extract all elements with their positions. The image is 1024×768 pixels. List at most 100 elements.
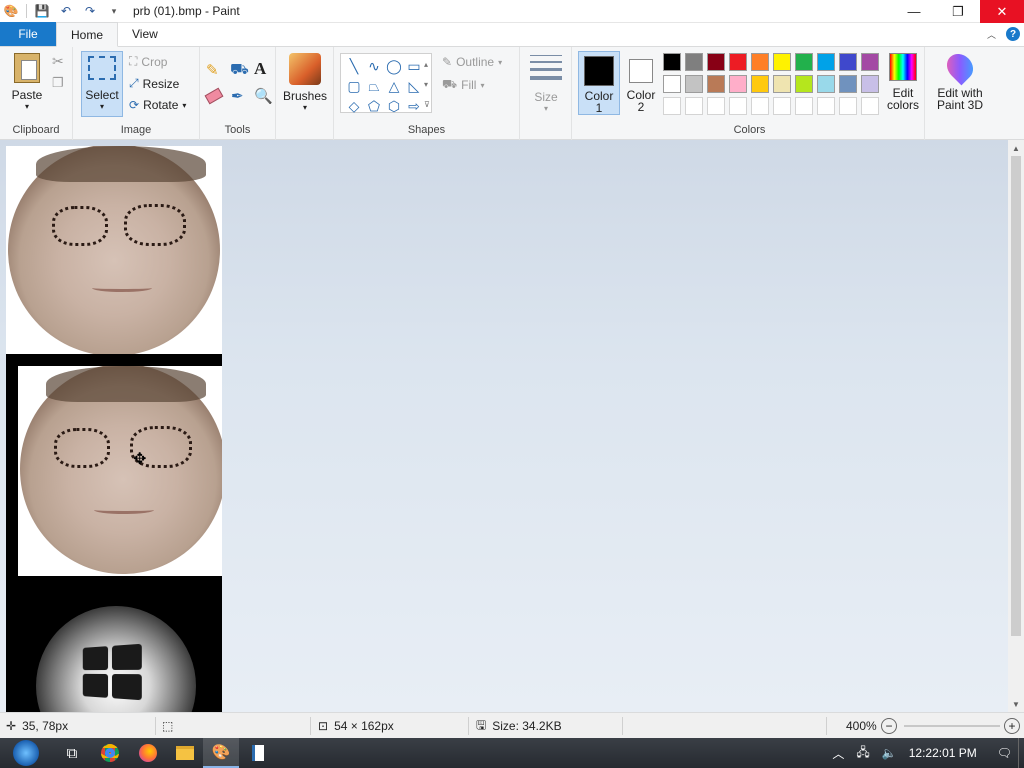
eraser-icon[interactable] — [204, 87, 224, 105]
triangle-shape-icon[interactable]: △ — [384, 76, 404, 96]
tab-view[interactable]: View — [118, 22, 172, 46]
file-explorer-icon[interactable] — [167, 738, 203, 768]
palette-swatch[interactable] — [817, 75, 835, 93]
polygon-shape-icon[interactable]: ⏢ — [364, 76, 384, 96]
hexagon-shape-icon[interactable]: ⬡ — [384, 96, 404, 116]
start-button[interactable] — [6, 738, 46, 768]
maximize-button[interactable]: ❐ — [936, 0, 980, 23]
scroll-down-icon[interactable]: ▼ — [1008, 696, 1024, 712]
paint-app-icon[interactable]: 🎨 — [2, 2, 20, 20]
redo-icon[interactable]: ↷ — [81, 2, 99, 20]
palette-swatch[interactable] — [861, 97, 879, 115]
resize-button[interactable]: ⤢ Resize — [129, 76, 179, 91]
chrome-icon[interactable] — [92, 738, 128, 768]
image-canvas[interactable] — [6, 146, 222, 712]
palette-swatch[interactable] — [707, 53, 725, 71]
show-desktop-button[interactable] — [1018, 738, 1024, 768]
shapes-group-label: Shapes — [407, 124, 446, 136]
rectangle-shape-icon[interactable]: ▭ — [404, 56, 424, 76]
edit-colors-button[interactable]: Edit colors — [882, 53, 924, 111]
rounded-rectangle-shape-icon[interactable]: ▢ — [344, 76, 364, 96]
brushes-button[interactable]: Brushes ▾ — [282, 53, 328, 112]
palette-swatch[interactable] — [861, 53, 879, 71]
right-triangle-shape-icon[interactable]: ◺ — [404, 76, 424, 96]
palette-swatch[interactable] — [773, 53, 791, 71]
rotate-button[interactable]: ⟳ Rotate ▾ — [129, 98, 186, 112]
help-icon[interactable]: ? — [1006, 27, 1020, 41]
paste-button[interactable]: Paste ▾ — [10, 53, 44, 111]
cut-icon[interactable]: ✂ — [52, 53, 64, 70]
scroll-thumb[interactable] — [1011, 156, 1021, 636]
undo-icon[interactable]: ↶ — [57, 2, 75, 20]
palette-swatch[interactable] — [839, 53, 857, 71]
pencil-icon[interactable]: ✎ — [206, 61, 219, 79]
oval-shape-icon[interactable]: ◯ — [384, 56, 404, 76]
save-icon[interactable]: 💾 — [33, 2, 51, 20]
task-view-icon[interactable]: ⧉ — [54, 738, 90, 768]
close-button[interactable]: ✕ — [980, 0, 1024, 23]
tab-file[interactable]: File — [0, 22, 56, 46]
palette-swatch[interactable] — [685, 53, 703, 71]
palette-swatch[interactable] — [795, 97, 813, 115]
palette-swatch[interactable] — [839, 75, 857, 93]
palette-swatch[interactable] — [839, 97, 857, 115]
clock-time[interactable]: 12:22:01 PM — [909, 746, 977, 760]
size-button[interactable]: Size ▾ — [526, 55, 566, 113]
shapes-scroll-icon[interactable]: ▴ ▾ ⊽ — [424, 55, 430, 115]
palette-swatch[interactable] — [795, 75, 813, 93]
select-button[interactable]: Select ▾ — [81, 51, 123, 117]
zoom-slider[interactable] — [904, 725, 1000, 727]
notifications-icon[interactable]: 🗨 — [997, 746, 1012, 760]
curve-shape-icon[interactable]: ∿ — [364, 56, 384, 76]
arrow-shape-icon[interactable]: ⇨ — [404, 96, 424, 116]
status-bar: ✛ 35, 78px ⬚ ⊡ 54 × 162px 🖫 Size: 34.2KB… — [0, 712, 1024, 738]
zoom-in-icon[interactable]: + — [1004, 718, 1020, 734]
palette-swatch[interactable] — [685, 97, 703, 115]
outline-button[interactable]: ✎ Outline ▾ — [442, 55, 502, 69]
color-picker-icon[interactable]: ✒ — [231, 87, 244, 105]
fill-button[interactable]: ⛟ Fill ▾ — [442, 77, 484, 93]
palette-swatch[interactable] — [773, 97, 791, 115]
diamond-shape-icon[interactable]: ◇ — [344, 96, 364, 116]
palette-swatch[interactable] — [817, 53, 835, 71]
fill-bucket-icon[interactable]: ⛟ — [230, 61, 249, 80]
edit-with-paint3d-button[interactable]: Edit with Paint 3D — [934, 48, 986, 111]
face-frame-1 — [6, 146, 222, 354]
scroll-up-icon[interactable]: ▲ — [1008, 140, 1024, 156]
palette-swatch[interactable] — [795, 53, 813, 71]
palette-swatch[interactable] — [751, 97, 769, 115]
notepad-taskbar-icon[interactable] — [240, 738, 276, 768]
palette-swatch[interactable] — [751, 53, 769, 71]
collapse-ribbon-icon[interactable]: ︿ — [987, 28, 996, 41]
network-icon[interactable]: 🖧 — [856, 743, 869, 764]
palette-swatch[interactable] — [729, 97, 747, 115]
magnifier-icon[interactable]: 🔍 — [254, 87, 273, 105]
copy-icon[interactable]: ❐ — [52, 75, 64, 91]
palette-swatch[interactable] — [773, 75, 791, 93]
tab-home[interactable]: Home — [56, 22, 119, 47]
palette-swatch[interactable] — [685, 75, 703, 93]
volume-icon[interactable]: 🔈 — [882, 746, 897, 760]
palette-swatch[interactable] — [663, 97, 681, 115]
vertical-scrollbar[interactable]: ▲ ▼ — [1008, 140, 1024, 712]
palette-swatch[interactable] — [817, 97, 835, 115]
palette-swatch[interactable] — [663, 75, 681, 93]
palette-swatch[interactable] — [751, 75, 769, 93]
crop-button[interactable]: ⛶ Crop — [129, 54, 167, 69]
firefox-icon[interactable] — [130, 738, 166, 768]
palette-swatch[interactable] — [861, 75, 879, 93]
palette-swatch[interactable] — [663, 53, 681, 71]
line-shape-icon[interactable]: ╲ — [344, 56, 364, 76]
customize-qat-icon[interactable]: ▾ — [105, 2, 123, 20]
palette-swatch[interactable] — [707, 97, 725, 115]
tray-overflow-icon[interactable]: ︿ — [832, 745, 844, 762]
palette-swatch[interactable] — [707, 75, 725, 93]
minimize-button[interactable]: — — [892, 0, 936, 23]
zoom-out-icon[interactable]: − — [881, 718, 897, 734]
palette-swatch[interactable] — [729, 75, 747, 93]
dimensions-text: 54 × 162px — [334, 719, 394, 733]
text-icon[interactable]: A — [254, 59, 266, 79]
palette-swatch[interactable] — [729, 53, 747, 71]
pentagon-shape-icon[interactable]: ⬠ — [364, 96, 384, 116]
paint-taskbar-icon[interactable]: 🎨 — [203, 738, 239, 768]
